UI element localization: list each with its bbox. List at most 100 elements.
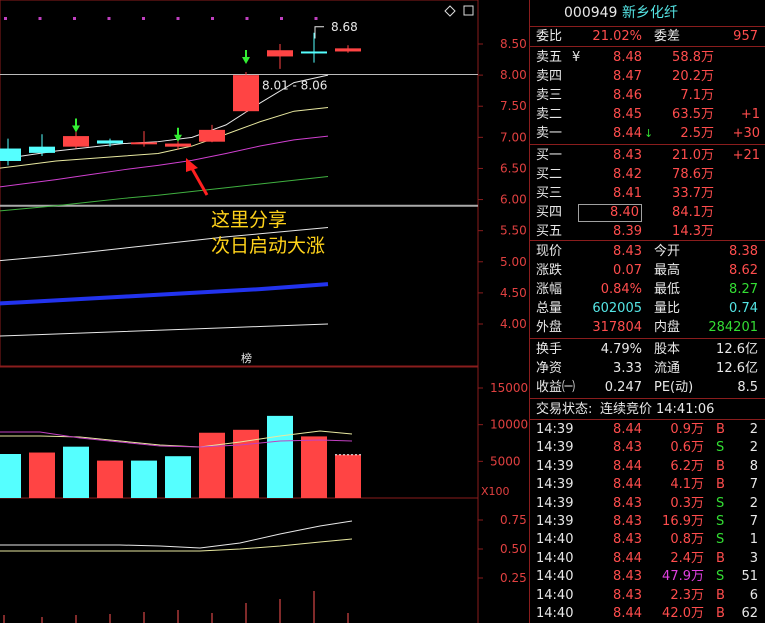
stock-name: 新乡化纤 bbox=[622, 5, 678, 21]
tick-time: 14:39 bbox=[536, 495, 574, 511]
tick-row[interactable]: 14:39 8.44 4.1万 B 7 bbox=[530, 476, 765, 494]
tick-row[interactable]: 14:40 8.44 2.4万 B 3 bbox=[530, 550, 765, 568]
candle-body bbox=[29, 146, 55, 153]
volume-tick-label: 10000 bbox=[490, 418, 528, 432]
buy-row-3[interactable]: 买三 8.41 33.7万 bbox=[530, 184, 765, 203]
quote-row: 涨幅 0.84% 最低 8.27 bbox=[530, 280, 765, 299]
candle-body bbox=[199, 129, 225, 142]
sell-row-1[interactable]: 卖一 8.44 2.5万 +30 ↓ bbox=[530, 124, 765, 143]
sell-label: 卖四 bbox=[536, 69, 563, 84]
kline-svg[interactable]: 8.50 8.00 7.50 7.00 6.50 6.00 5.50 5.00 4.50 4.00… bbox=[0, 0, 528, 623]
tick-row[interactable]: 14:39 8.43 0.6万 S 2 bbox=[530, 439, 765, 457]
volume-bar bbox=[0, 454, 21, 498]
buy-row-2[interactable]: 买二 8.42 78.6万 bbox=[530, 165, 765, 184]
sell-row-3[interactable]: 卖三 8.46 7.1万 bbox=[530, 86, 765, 105]
tick-side: S bbox=[716, 569, 725, 585]
volume-bar bbox=[165, 456, 191, 498]
kline-chart[interactable]: 8.50 8.00 7.50 7.00 6.50 6.00 5.50 5.00 4.50 4.00… bbox=[0, 0, 528, 623]
tick-time: 14:40 bbox=[536, 606, 574, 621]
period-marker bbox=[38, 17, 42, 20]
wb-value: 21.02% bbox=[592, 29, 642, 44]
tick-row[interactable]: 14:39 8.43 0.3万 S 2 bbox=[530, 495, 765, 513]
buy-row-4[interactable]: 买四 8.40 84.1万 bbox=[530, 203, 765, 222]
quote-label: 最高 bbox=[654, 263, 681, 278]
price-tick-label: 4.50 bbox=[500, 286, 527, 300]
period-marker bbox=[211, 17, 214, 20]
tick-side: S bbox=[716, 514, 725, 529]
buy-row-1[interactable]: 买一 8.43 21.0万 +21 bbox=[530, 146, 765, 165]
sell-price: 8.46 bbox=[613, 88, 642, 103]
buy-row-5[interactable]: 买五 8.39 14.3万 bbox=[530, 222, 765, 241]
sell-volume: 2.5万 bbox=[680, 126, 714, 141]
buy-price: 8.41 bbox=[613, 186, 642, 201]
tick-price: 8.44 bbox=[613, 606, 642, 621]
tick-row[interactable]: 14:40 8.43 47.9万 S 51 bbox=[530, 568, 765, 586]
quote-label: 今开 bbox=[654, 244, 681, 259]
sell-label: 卖一 bbox=[536, 126, 563, 141]
quote-value: 0.07 bbox=[613, 263, 642, 278]
tick-volume: 16.9万 bbox=[662, 514, 704, 529]
stat-value: 12.6亿 bbox=[716, 361, 758, 376]
tick-row[interactable]: 14:40 8.44 42.0万 B 62 bbox=[530, 605, 765, 623]
tick-side: S bbox=[716, 495, 725, 511]
candle-body bbox=[165, 143, 191, 147]
buy-volume: 33.7万 bbox=[672, 186, 714, 201]
price-tick-label: 6.50 bbox=[500, 161, 527, 175]
volume-bar bbox=[267, 415, 293, 498]
price-tick-label: 5.50 bbox=[500, 224, 527, 238]
stat-label: 换手 bbox=[536, 342, 563, 357]
volume-bar bbox=[335, 454, 361, 498]
tick-row[interactable]: 14:39 8.43 16.9万 S 7 bbox=[530, 513, 765, 531]
tick-time: 14:39 bbox=[536, 477, 574, 493]
quote-label: 最低 bbox=[654, 282, 681, 297]
quote-label: 总量 bbox=[536, 301, 563, 316]
quote-label: 涨跌 bbox=[536, 263, 563, 278]
ma-line-6 bbox=[0, 282, 329, 306]
price-tick-label: 8.50 bbox=[500, 37, 527, 51]
volume-ma-line-2 bbox=[0, 431, 353, 448]
tick-row[interactable]: 14:39 8.44 6.2万 B 8 bbox=[530, 458, 765, 476]
quote-value: 8.38 bbox=[729, 244, 758, 259]
tick-side: B bbox=[716, 458, 725, 474]
sell-volume: 63.5万 bbox=[672, 107, 714, 122]
buy-volume: 21.0万 bbox=[672, 148, 714, 163]
tick-row[interactable]: 14:39 8.44 0.9万 B 2 bbox=[530, 421, 765, 439]
tick-price: 8.43 bbox=[613, 440, 642, 456]
sell-row-5[interactable]: 卖五 ¥8.48 58.8万 bbox=[530, 48, 765, 67]
sell-row-2[interactable]: 卖二 8.45 63.5万 +1 bbox=[530, 105, 765, 124]
tick-count: 8 bbox=[749, 458, 758, 474]
buy-price: 8.43 bbox=[613, 148, 642, 163]
tick-price: 8.43 bbox=[613, 532, 642, 548]
sell-change: +30 bbox=[732, 126, 760, 141]
peak-label: 8.68 bbox=[331, 20, 358, 34]
tick-price: 8.44 bbox=[613, 458, 642, 474]
candle-body bbox=[97, 140, 123, 144]
sell-price: 8.47 bbox=[613, 69, 642, 84]
stock-header: 000949 新乡化纤 bbox=[530, 0, 765, 26]
period-marker bbox=[314, 17, 318, 20]
quote-value: 0.84% bbox=[600, 282, 642, 297]
stat-row: 收益㈠ 0.247 PE(动) 8.5 bbox=[530, 378, 765, 397]
sell-price: 8.45 bbox=[613, 107, 642, 122]
diamond-icon bbox=[444, 5, 456, 17]
stat-value: 3.33 bbox=[613, 361, 642, 376]
quote-row: 外盘 317804 内盘 284201 bbox=[530, 318, 765, 337]
volume-bar bbox=[97, 460, 123, 498]
tick-price: 8.43 bbox=[613, 587, 642, 603]
period-marker bbox=[4, 17, 7, 20]
quote-row: 总量 602005 量比 0.74 bbox=[530, 299, 765, 318]
candle-body bbox=[267, 50, 293, 57]
tick-volume: 0.6万 bbox=[670, 440, 704, 456]
stat-value: 8.5 bbox=[737, 380, 758, 395]
stat-value: 12.6亿 bbox=[716, 342, 758, 357]
tick-time: 14:39 bbox=[536, 514, 574, 529]
candle-body bbox=[301, 51, 327, 54]
tick-price: 8.44 bbox=[613, 422, 642, 437]
tick-row[interactable]: 14:40 8.43 0.8万 S 1 bbox=[530, 531, 765, 549]
volume-bar bbox=[301, 436, 327, 498]
square-icon bbox=[463, 5, 474, 16]
tick-row[interactable]: 14:40 8.43 2.3万 B 6 bbox=[530, 587, 765, 605]
sell-row-4[interactable]: 卖四 8.47 20.2万 bbox=[530, 67, 765, 86]
sell-volume: 20.2万 bbox=[672, 69, 714, 84]
buy-label: 买三 bbox=[536, 186, 563, 201]
